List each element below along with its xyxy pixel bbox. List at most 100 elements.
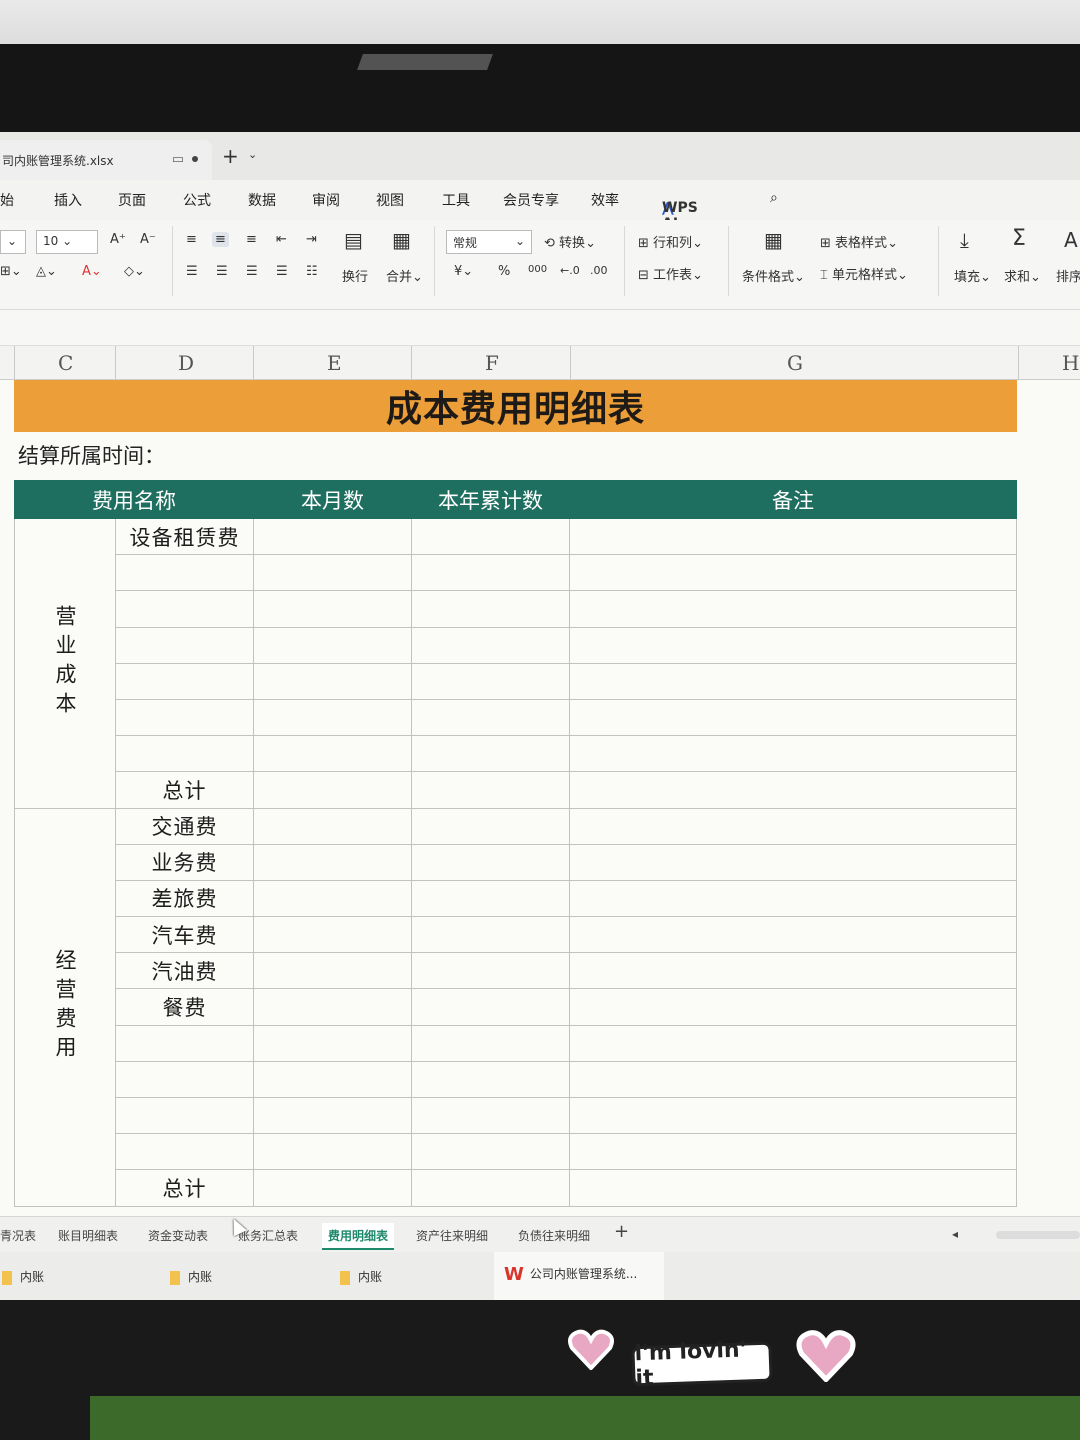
menu-efficiency[interactable]: 效率 <box>591 190 619 210</box>
fill-button[interactable]: 填充⌄ <box>954 266 991 285</box>
file-tab[interactable]: 司内账管理系统.xlsx ▭ <box>0 140 212 180</box>
item-cell[interactable] <box>115 590 254 628</box>
chevron-down-icon[interactable]: ⌄ <box>248 148 257 161</box>
ytd-cell[interactable] <box>411 988 570 1026</box>
align-left-icon[interactable]: ☰ <box>186 264 198 279</box>
ytd-cell[interactable] <box>411 1169 570 1207</box>
ytd-cell[interactable] <box>411 771 570 809</box>
ytd-cell[interactable] <box>411 879 570 918</box>
item-cell[interactable]: 汽车费 <box>115 916 254 954</box>
item-cell[interactable]: 差旅费 <box>115 879 254 918</box>
month-cell[interactable] <box>253 988 412 1026</box>
period-label[interactable]: 结算所属时间： <box>18 440 165 470</box>
decrease-font-icon[interactable]: A⁻ <box>140 232 156 247</box>
ytd-cell[interactable] <box>411 1096 570 1135</box>
item-cell[interactable] <box>115 554 254 592</box>
border-icon[interactable]: ⊞⌄ <box>0 264 22 279</box>
month-cell[interactable] <box>253 554 412 592</box>
month-cell[interactable] <box>253 916 412 954</box>
sort-icon[interactable]: A <box>1064 228 1078 252</box>
item-cell[interactable] <box>115 735 254 773</box>
conditional-format-button[interactable]: 条件格式⌄ <box>742 266 805 285</box>
merge-button[interactable]: 合并⌄ <box>386 266 423 285</box>
conditional-format-icon[interactable]: ▦ <box>764 228 783 252</box>
cell-style-button[interactable]: ⌶ 单元格样式⌄ <box>820 264 908 283</box>
remark-cell[interactable] <box>569 626 1017 664</box>
column-header-g[interactable]: G <box>787 351 803 375</box>
remark-cell[interactable] <box>569 1169 1017 1207</box>
align-middle-icon[interactable]: ≡ <box>212 232 229 247</box>
remark-cell[interactable] <box>569 807 1017 845</box>
remark-cell[interactable] <box>569 590 1017 628</box>
month-cell[interactable] <box>253 771 412 809</box>
item-cell[interactable] <box>115 1133 254 1171</box>
align-right-icon[interactable]: ☰ <box>246 264 258 279</box>
month-cell[interactable] <box>253 590 412 628</box>
group-label-operating-cost[interactable]: 营业成本 <box>14 518 116 809</box>
add-sheet-button[interactable]: + <box>614 1221 629 1242</box>
month-cell[interactable] <box>253 952 412 990</box>
month-cell[interactable] <box>253 735 412 773</box>
ytd-cell[interactable] <box>411 698 570 737</box>
menu-member[interactable]: 会员专享 <box>503 190 559 210</box>
remark-cell[interactable] <box>569 735 1017 773</box>
ytd-cell[interactable] <box>411 807 570 845</box>
ytd-cell[interactable] <box>411 735 570 773</box>
taskbar-item[interactable]: 内账 <box>2 1268 44 1285</box>
sum-button[interactable]: 求和⌄ <box>1004 266 1041 285</box>
remark-cell[interactable] <box>569 554 1017 592</box>
align-bottom-icon[interactable]: ≡ <box>246 232 257 247</box>
taskbar-item[interactable]: 内账 <box>340 1268 382 1285</box>
font-name-dropdown[interactable]: ⌄ <box>0 230 26 254</box>
remark-cell[interactable] <box>569 952 1017 990</box>
item-cell[interactable]: 设备租赁费 <box>115 517 254 556</box>
group-label-operating-expense[interactable]: 经营费用 <box>14 807 116 1207</box>
sheet-tab[interactable]: 资金变动表 <box>148 1227 208 1244</box>
increase-font-icon[interactable]: A⁺ <box>110 232 126 247</box>
ytd-cell[interactable] <box>411 1133 570 1171</box>
taskbar-item-active[interactable]: W 公司内账管理系统... <box>504 1264 637 1285</box>
ytd-cell[interactable] <box>411 916 570 954</box>
sum-icon[interactable]: Σ <box>1012 226 1026 251</box>
thousands-button[interactable]: 000 <box>528 264 547 275</box>
item-cell[interactable]: 餐费 <box>115 988 254 1026</box>
item-cell[interactable] <box>115 698 254 737</box>
column-header-f[interactable]: F <box>485 351 499 375</box>
sheet-tab[interactable]: 账目明细表 <box>58 1227 118 1244</box>
header-remark[interactable]: 备注 <box>569 480 1017 519</box>
decimal-decrease-icon[interactable]: ←.0 <box>560 264 580 277</box>
rows-columns-button[interactable]: ⊞ 行和列⌄ <box>638 232 703 251</box>
menu-view[interactable]: 视图 <box>376 190 404 210</box>
remark-cell[interactable] <box>569 771 1017 809</box>
align-top-icon[interactable]: ≡ <box>186 232 197 247</box>
month-cell[interactable] <box>253 698 412 737</box>
justify-icon[interactable]: ☰ <box>276 264 288 279</box>
item-cell[interactable] <box>115 1060 254 1099</box>
sort-button[interactable]: 排序 <box>1056 266 1080 285</box>
column-header-d[interactable]: D <box>178 351 194 375</box>
month-cell[interactable] <box>253 1024 412 1062</box>
fill-icon[interactable]: ⤓ <box>960 228 969 252</box>
remark-cell[interactable] <box>569 1024 1017 1062</box>
ytd-cell[interactable] <box>411 662 570 700</box>
ytd-cell[interactable] <box>411 626 570 664</box>
sheet-tab[interactable]: 资产往来明细 <box>416 1227 488 1244</box>
header-this-month[interactable]: 本月数 <box>253 480 412 519</box>
wrap-text-icon[interactable]: ▤ <box>344 228 363 252</box>
item-cell[interactable] <box>115 662 254 700</box>
fill-color-icon[interactable]: ◬⌄ <box>36 264 57 279</box>
header-year-to-date[interactable]: 本年累计数 <box>411 480 570 519</box>
table-style-button[interactable]: ⊞ 表格样式⌄ <box>820 232 898 251</box>
month-cell[interactable] <box>253 662 412 700</box>
header-expense-name[interactable]: 费用名称 <box>14 480 254 519</box>
month-cell[interactable] <box>253 626 412 664</box>
percent-button[interactable]: % <box>498 264 510 279</box>
month-cell[interactable] <box>253 1096 412 1135</box>
ytd-cell[interactable] <box>411 1024 570 1062</box>
sheet-tab[interactable]: 负债往来明细 <box>518 1227 590 1244</box>
decimal-increase-icon[interactable]: .00 <box>590 264 608 277</box>
total-label-cell[interactable]: 总计 <box>115 771 254 809</box>
remark-cell[interactable] <box>569 916 1017 954</box>
distribute-icon[interactable]: ☷ <box>306 264 318 279</box>
month-cell[interactable] <box>253 843 412 881</box>
